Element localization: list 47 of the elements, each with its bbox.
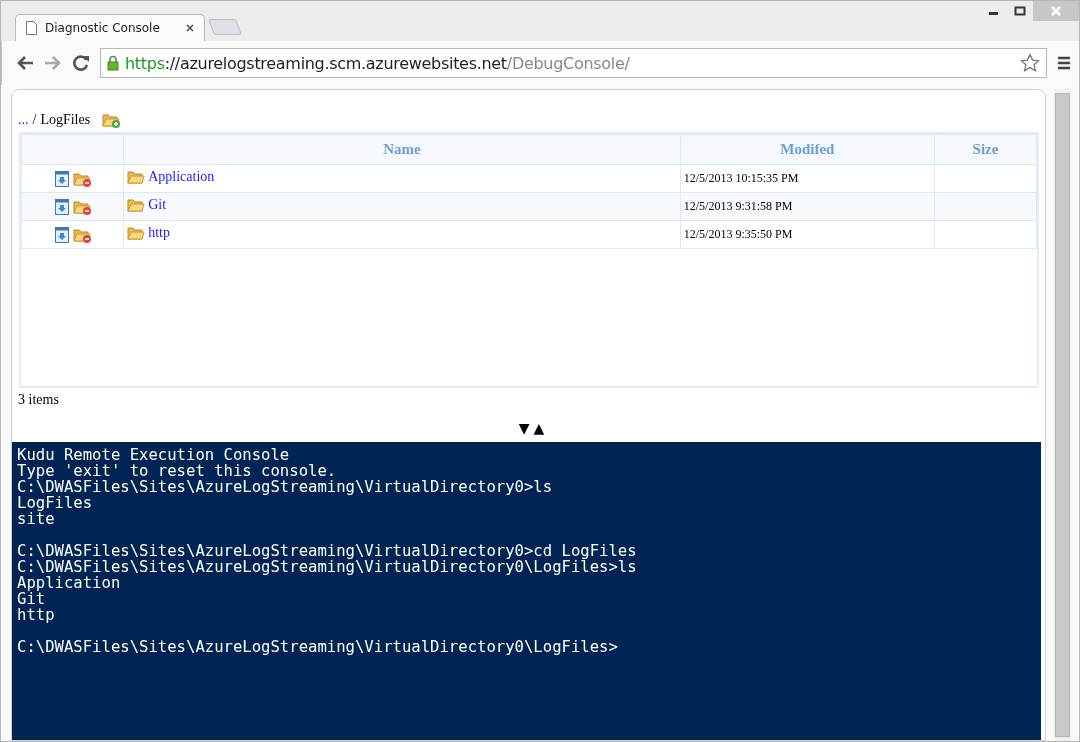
folder-link[interactable]: Git xyxy=(148,196,167,213)
download-icon[interactable] xyxy=(54,226,69,243)
console-line: Application xyxy=(17,575,121,591)
delete-folder-icon[interactable] xyxy=(72,198,91,215)
console-line: Kudu Remote Execution Console xyxy=(17,447,291,463)
console-line: http xyxy=(17,607,56,623)
console-line: Type 'exit' to reset this console. xyxy=(17,463,337,479)
page-icon xyxy=(26,21,37,35)
column-header: Size xyxy=(934,134,1037,165)
close-icon[interactable] xyxy=(186,24,194,32)
table-cell: 12/5/2013 9:31:58 PM xyxy=(680,192,935,221)
console-line: LogFiles xyxy=(17,495,93,511)
browser-tab[interactable]: Diagnostic Console xyxy=(15,14,205,41)
folder-icon xyxy=(127,196,146,213)
back-icon[interactable] xyxy=(16,55,34,71)
console-line: site xyxy=(17,511,55,527)
folder-icon xyxy=(127,168,146,185)
console-line: Git xyxy=(17,591,46,607)
download-icon[interactable] xyxy=(54,198,69,215)
column-header: Modifed xyxy=(680,134,935,165)
folder-link[interactable]: http xyxy=(148,224,170,241)
download-icon[interactable] xyxy=(54,170,69,187)
parent-folder-link[interactable]: ... xyxy=(18,112,29,128)
console-panel[interactable] xyxy=(12,442,1041,740)
console-line: C:\DWASFiles\Sites\AzureLogStreaming\VirtualDirectory0\LogFiles> xyxy=(17,639,619,655)
reload-icon[interactable] xyxy=(72,54,90,72)
new-folder-icon[interactable] xyxy=(102,112,121,128)
current-folder: LogFiles xyxy=(40,112,91,128)
folder-icon xyxy=(127,224,146,241)
delete-folder-icon[interactable] xyxy=(72,170,91,187)
console-line: C:\DWASFiles\Sites\AzureLogStreaming\VirtualDirectory0>cd LogFiles xyxy=(17,543,638,559)
table-cell: 12/5/2013 10:15:35 PM xyxy=(680,164,935,193)
console-line: C:\DWASFiles\Sites\AzureLogStreaming\VirtualDirectory0\LogFiles>ls xyxy=(17,559,638,575)
menu-icon[interactable] xyxy=(1057,56,1071,70)
folder-link[interactable]: Application xyxy=(148,168,215,185)
breadcrumb-separator: / xyxy=(32,112,37,128)
star-icon[interactable] xyxy=(1020,53,1040,73)
column-header: Name xyxy=(123,134,681,165)
scrollbar[interactable] xyxy=(1054,89,1071,741)
delete-folder-icon[interactable] xyxy=(72,226,91,243)
resize-button[interactable]: ▼ xyxy=(518,420,530,436)
item-count: 3 items xyxy=(18,392,60,408)
resize-button[interactable]: ▲ xyxy=(533,420,545,436)
address-bar[interactable]: https://azurelogstreaming.scm.azurewebsites.net/DebugConsole/ xyxy=(100,48,1047,78)
console-line: C:\DWASFiles\Sites\AzureLogStreaming\VirtualDirectory0>ls xyxy=(17,479,554,495)
lock-icon xyxy=(107,55,119,71)
table-cell: 12/5/2013 9:35:50 PM xyxy=(680,220,935,249)
